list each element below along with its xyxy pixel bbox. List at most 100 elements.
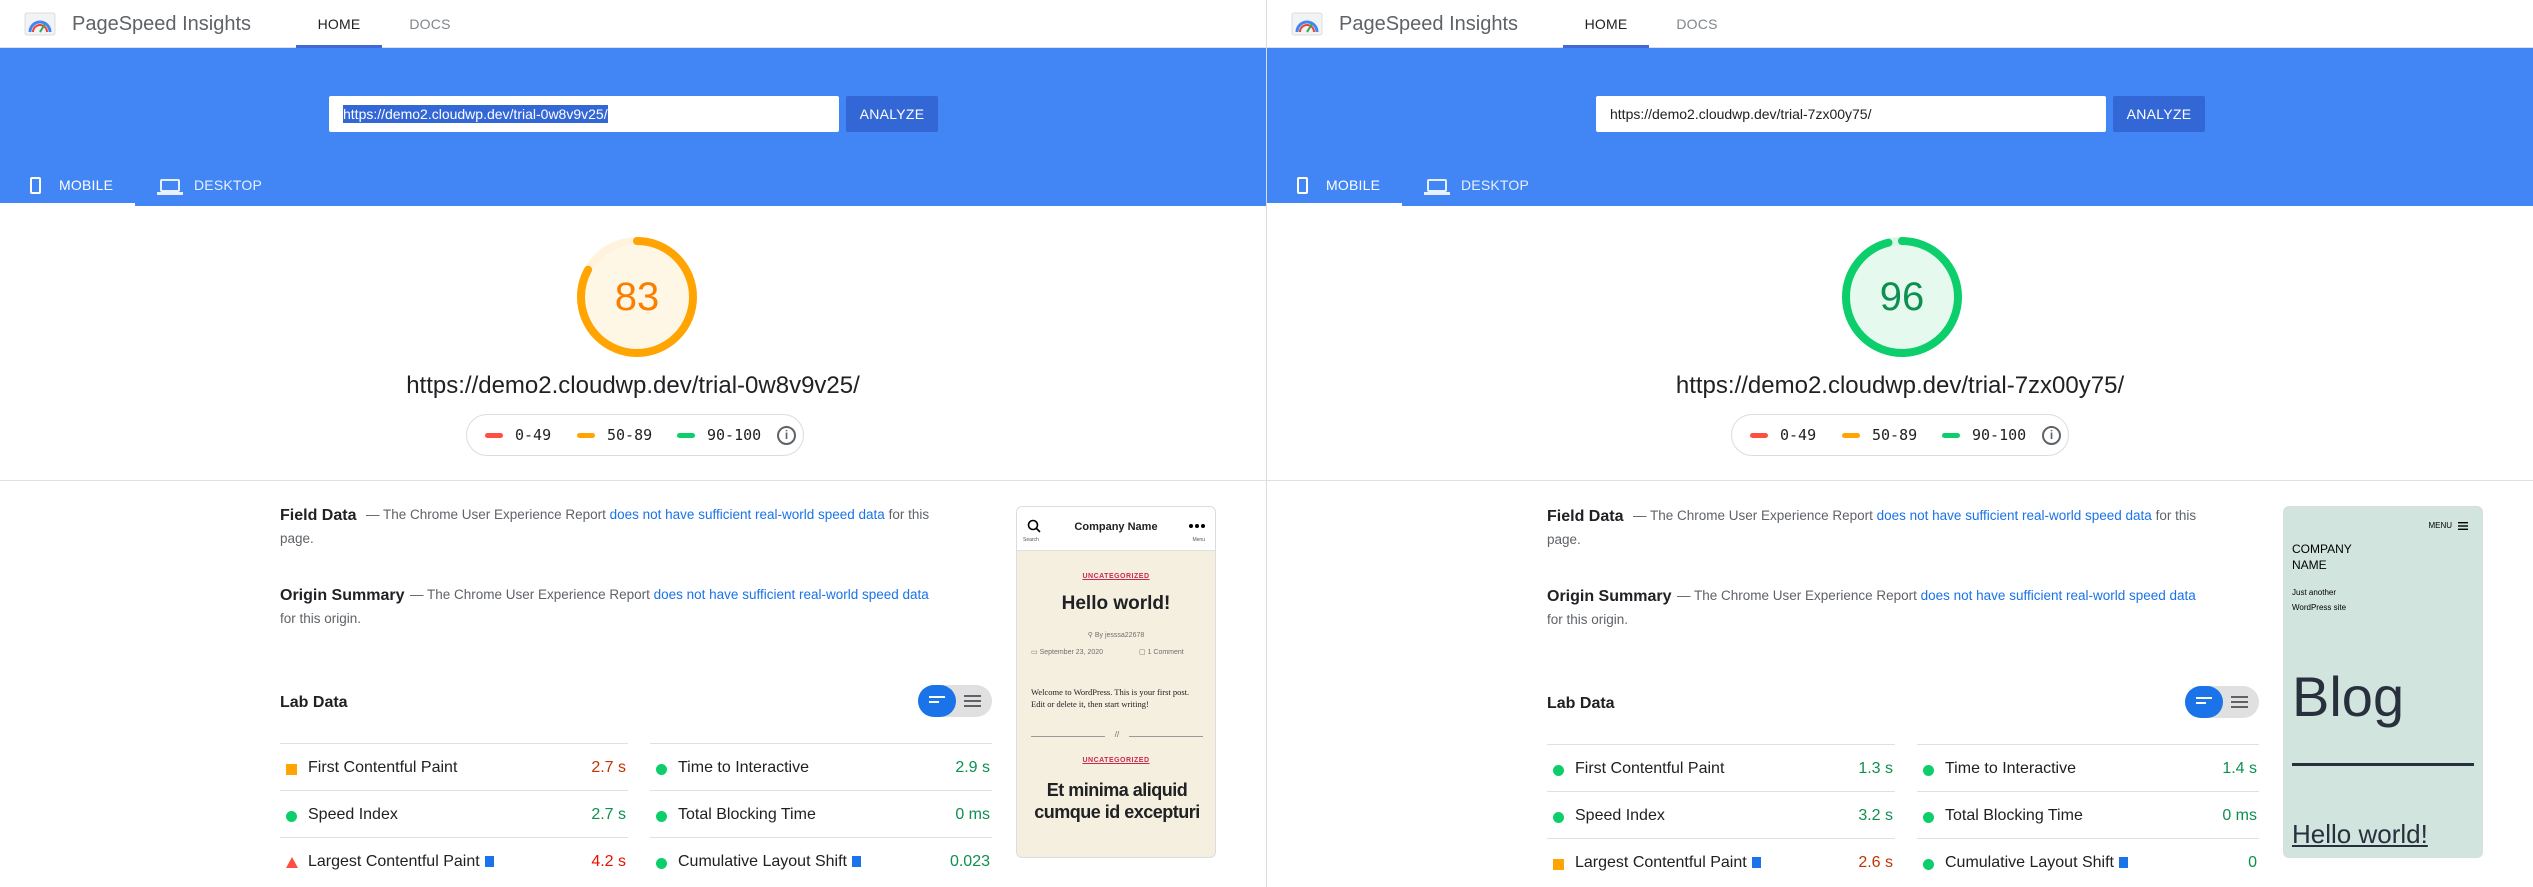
url-input-selected-text[interactable]: https://demo2.cloudwp.dev/trial-0w8v9v25…: [343, 105, 608, 123]
preview-category: UNCATEGORIZED: [1082, 573, 1150, 580]
metric-status-icon: [286, 857, 298, 868]
metric-cls: Cumulative Layout Shift 0.023: [650, 837, 992, 883]
url-input[interactable]: https://demo2.cloudwp.dev/trial-0w8v9v25…: [329, 96, 839, 132]
preview-site-name: Company Name: [1074, 521, 1158, 533]
origin-summary-link[interactable]: does not have sufficient real-world spee…: [1921, 588, 2196, 603]
search-header: https://demo2.cloudwp.dev/trial-0w8v9v25…: [0, 48, 1266, 206]
metric-label: Cumulative Layout Shift: [1945, 853, 2128, 873]
metrics-view-toggle[interactable]: [918, 685, 992, 717]
bookmark-icon: [851, 856, 861, 867]
hamburger-menu-icon: [2458, 522, 2468, 530]
analyze-button[interactable]: ANALYZE: [2113, 96, 2205, 132]
metric-status-icon: [1553, 859, 1564, 870]
url-input[interactable]: https://demo2.cloudwp.dev/trial-7zx00y75…: [1596, 96, 2106, 132]
metric-value: 1.3 s: [1858, 760, 1893, 777]
nav-tab-docs[interactable]: DOCS: [390, 0, 470, 48]
expanded-view-icon[interactable]: [964, 695, 982, 707]
legend-item-average: 50-89: [577, 415, 652, 455]
nav-tab-home[interactable]: HOME: [1563, 0, 1649, 48]
metric-value: 0 ms: [955, 806, 990, 823]
tab-mobile[interactable]: MOBILE: [0, 168, 135, 206]
origin-summary-text: — The Chrome User Experience Report does…: [280, 587, 929, 626]
metric-value: 0 ms: [2222, 807, 2257, 824]
pagespeed-logo-icon: [24, 12, 56, 36]
preview-blog-heading: Blog: [2292, 665, 2405, 728]
compact-view-icon: [2196, 696, 2214, 708]
metric-label: Largest Contentful Paint: [1575, 853, 1761, 873]
metric-label: First Contentful Paint: [1575, 760, 1725, 777]
metric-tti: Time to Interactive 2.9 s: [650, 743, 992, 789]
metric-label: Time to Interactive: [1945, 760, 2077, 777]
preview-menu-label: Menu: [1192, 537, 1205, 543]
nav-tab-home[interactable]: HOME: [296, 0, 382, 48]
preview-separator: //: [1105, 730, 1129, 739]
metric-value: 0: [2248, 854, 2257, 871]
metric-label: Speed Index: [308, 806, 398, 823]
origin-summary-link[interactable]: does not have sufficient real-world spee…: [654, 587, 929, 602]
info-icon[interactable]: i: [2042, 426, 2061, 445]
preview-site-header: Search Company Name Menu: [1017, 507, 1215, 551]
metric-label: Total Blocking Time: [678, 806, 816, 823]
tab-desktop[interactable]: DESKTOP: [157, 168, 280, 206]
performance-score: 83: [614, 275, 660, 319]
tab-desktop[interactable]: DESKTOP: [1424, 168, 1547, 206]
metric-value: 2.9 s: [955, 759, 990, 776]
tab-mobile-label: MOBILE: [1326, 177, 1381, 193]
comment-icon: ▢: [1139, 649, 1148, 656]
metric-value: 2.7 s: [591, 806, 626, 823]
preview-category-2: UNCATEGORIZED: [1082, 757, 1150, 764]
laptop-icon: [1424, 179, 1450, 195]
smartphone-icon: [30, 177, 41, 194]
metric-status-icon: [286, 764, 297, 775]
preview-comments: ▢ 1 Comment: [1139, 649, 1184, 656]
legend-item-good: 90-100: [1942, 415, 2026, 455]
metric-value: 2.7 s: [591, 759, 626, 776]
field-data-text: — The Chrome User Experience Report does…: [280, 507, 930, 546]
preview-search-label: Search: [1023, 537, 1039, 543]
metric-label: First Contentful Paint: [308, 759, 458, 776]
expanded-view-icon[interactable]: [2231, 696, 2249, 708]
metric-tti: Time to Interactive 1.4 s: [1917, 744, 2259, 790]
preview-post-title: Hello world!: [2292, 819, 2428, 849]
lab-data-title: Lab Data: [280, 694, 348, 711]
top-app-bar: PageSpeed Insights HOME DOCS: [0, 0, 1266, 48]
lab-data-title: Lab Data: [1547, 695, 1615, 712]
metric-label: Largest Contentful Paint: [308, 852, 494, 872]
tab-mobile-label: MOBILE: [59, 177, 114, 193]
field-data-link[interactable]: does not have sufficient real-world spee…: [1877, 508, 2152, 523]
metric-status-icon: [656, 858, 667, 869]
compact-view-icon: [929, 695, 947, 707]
metrics-view-toggle[interactable]: [2185, 686, 2259, 718]
info-icon[interactable]: i: [777, 426, 796, 445]
bookmark-icon: [2118, 857, 2128, 868]
metric-fcp: First Contentful Paint 2.7 s: [280, 743, 628, 789]
calendar-icon: ▭: [1031, 649, 1040, 656]
field-data-link[interactable]: does not have sufficient real-world spee…: [610, 507, 885, 522]
tab-mobile[interactable]: MOBILE: [1267, 168, 1402, 206]
metric-speed-index: Speed Index 3.2 s: [1547, 791, 1895, 837]
final-screenshot-preview: Search Company Name Menu UNCATEGORIZED H…: [1016, 506, 1216, 858]
user-icon: ⚲: [1087, 632, 1095, 639]
metric-label: Cumulative Layout Shift: [678, 852, 861, 872]
metric-lcp: Largest Contentful Paint 2.6 s: [1547, 838, 1895, 884]
metric-value: 1.4 s: [2222, 760, 2257, 777]
nav-tab-docs[interactable]: DOCS: [1657, 0, 1737, 48]
preview-tagline: Just another WordPress site: [2292, 588, 2347, 612]
metric-tbt: Total Blocking Time 0 ms: [650, 790, 992, 836]
legend-item-poor: 0-49: [1750, 415, 1816, 455]
psi-window-right: PageSpeed Insights HOME DOCS https://dem…: [1267, 0, 2533, 887]
smartphone-icon: [1297, 177, 1308, 194]
preview-author: ⚲ By jesssa22678: [1087, 632, 1145, 639]
pagespeed-logo-icon: [1291, 12, 1323, 36]
analyze-button[interactable]: ANALYZE: [846, 96, 938, 132]
preview-post-title: Hello world!: [1061, 593, 1171, 614]
performance-score: 96: [1879, 275, 1925, 319]
metric-status-icon: [286, 811, 297, 822]
app-title: PageSpeed Insights: [1339, 13, 1519, 35]
search-header: https://demo2.cloudwp.dev/trial-7zx00y75…: [1267, 48, 2533, 206]
preview-separator-line: [2292, 763, 2474, 766]
score-legend: 0-49 50-89 90-100 i: [1731, 414, 2069, 456]
app-title: PageSpeed Insights: [72, 13, 252, 35]
metric-label: Total Blocking Time: [1945, 807, 2083, 824]
origin-summary-text: — The Chrome User Experience Report does…: [1547, 588, 2196, 627]
